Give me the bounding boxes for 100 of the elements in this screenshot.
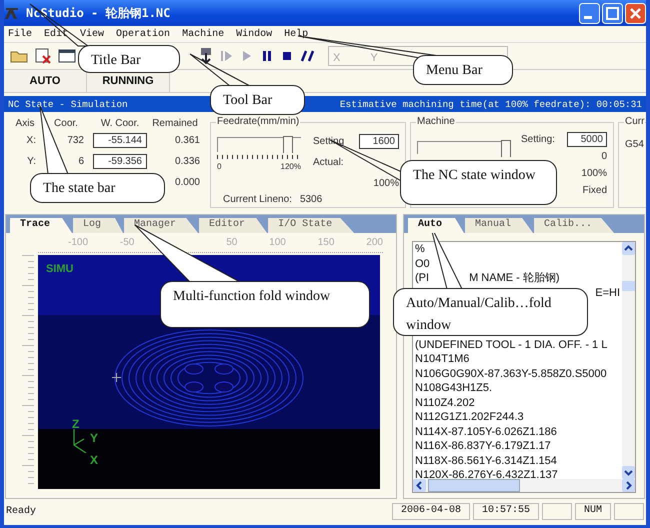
status-time: 10:57:55 xyxy=(472,502,539,520)
menu-item[interactable]: File xyxy=(8,28,32,40)
actual-label: Actual: xyxy=(313,157,344,168)
coordinate-field: Y xyxy=(370,52,378,65)
setting-label: Setting: xyxy=(521,134,555,145)
status-date: 2006-04-08 xyxy=(392,502,470,520)
scroll-up-icon[interactable] xyxy=(622,242,635,255)
window-icon[interactable] xyxy=(58,48,76,64)
crosshair-icon xyxy=(112,373,121,382)
feedrate-slider[interactable] xyxy=(217,137,301,152)
setting-field[interactable]: 1600 xyxy=(359,134,399,149)
tab[interactable]: Manual xyxy=(465,218,534,233)
ruler-label: 100 xyxy=(269,237,286,250)
download-icon[interactable] xyxy=(198,47,214,65)
spindle-slider[interactable] xyxy=(417,141,510,154)
callout: Menu Bar xyxy=(413,55,513,85)
work-coordinate: -55.144 xyxy=(93,133,147,148)
code-line: (UNDEFINED TOOL - 1 DIA. OFF. - 1 L xyxy=(415,338,608,350)
group-title: Curr xyxy=(624,116,646,127)
code-line: % xyxy=(415,243,425,255)
vertical-scrollbar[interactable] xyxy=(622,242,635,479)
axis-label: X: xyxy=(26,135,36,146)
scrollbar-thumb[interactable] xyxy=(428,479,520,492)
group-title: Feedrate(mm/min) xyxy=(216,116,300,127)
axis-label: Y xyxy=(90,431,98,445)
slider-thumb[interactable] xyxy=(501,140,512,157)
status-pane xyxy=(542,502,572,520)
code-line: N112G1Z1.202F244.3 xyxy=(415,411,524,423)
scrollbar-thumb[interactable] xyxy=(622,280,635,290)
state-title: NC State - Simulation xyxy=(8,98,128,110)
minimize-icon[interactable] xyxy=(579,2,600,24)
ruler-label: 150 xyxy=(318,237,334,250)
actual-value: 0 xyxy=(601,151,607,162)
code-line: N110Z4.202 xyxy=(415,396,475,408)
horizontal-scrollbar[interactable] xyxy=(413,479,635,492)
scale-label: 0 xyxy=(217,162,222,171)
pause-icon[interactable] xyxy=(260,49,274,63)
stop-icon[interactable] xyxy=(280,49,294,63)
mode-indicator: AUTO xyxy=(4,70,87,92)
scroll-left-icon[interactable] xyxy=(413,479,426,492)
menu-item[interactable]: View xyxy=(80,28,104,40)
code-line-fragment: M NAME - 轮胎钢) xyxy=(469,271,560,286)
coordinate-field: X xyxy=(333,52,340,65)
lineno-label: Current Lineno: xyxy=(223,194,292,205)
ruler-label: 200 xyxy=(366,237,383,250)
tab[interactable]: Manager xyxy=(124,218,198,233)
scroll-right-icon[interactable] xyxy=(622,479,635,492)
code-line-fragment: (PI xyxy=(415,271,430,286)
tab[interactable]: Editor xyxy=(199,218,268,233)
column-header: Remained xyxy=(151,118,199,128)
coordinate-system: G54 xyxy=(625,139,645,150)
group-title: Machine xyxy=(416,116,456,127)
callout: Tool Bar xyxy=(210,85,305,115)
column-header: W. Coor. xyxy=(100,118,140,128)
code-line-fragment: E=HI xyxy=(595,286,620,300)
axis-label: Y: xyxy=(27,156,36,167)
override-value: 100% xyxy=(373,178,399,189)
code-line: N118X-86.561Y-6.314Z1.154 xyxy=(415,454,557,466)
remained-value: 0.361 xyxy=(174,135,200,146)
code-line: N116X-86.837Y-6.179Z1.17 xyxy=(415,440,551,452)
close-icon[interactable] xyxy=(625,2,646,24)
remained-value: 0.000 xyxy=(174,177,200,188)
code-line: N108G43H1Z5. xyxy=(415,382,492,394)
scale-label: 120% xyxy=(280,162,301,171)
column-header: Axis xyxy=(14,118,36,128)
tab[interactable]: Auto xyxy=(408,218,464,233)
tab[interactable]: I/O State xyxy=(268,218,354,233)
tab[interactable]: Log xyxy=(73,218,124,233)
machine-coordinate: 732 xyxy=(67,135,84,146)
code-line: N114X-87.105Y-6.026Z1.186 xyxy=(415,426,557,438)
machine-coordinate: 6 xyxy=(78,156,84,167)
work-coordinate: -59.356 xyxy=(93,154,147,169)
menu-item[interactable]: Machine xyxy=(182,28,224,40)
ruler-label: -100 xyxy=(68,237,88,250)
status-pane xyxy=(614,502,644,520)
ruler-label: 50 xyxy=(226,237,238,250)
override-value: 100% xyxy=(581,168,607,179)
ruler-label: -50 xyxy=(120,237,134,250)
slider-thumb[interactable] xyxy=(282,136,293,153)
simulation-label: SIMU xyxy=(46,263,74,275)
callout: Title Bar xyxy=(78,45,180,73)
axis-label: Z xyxy=(72,417,80,431)
menu-item[interactable]: Operation xyxy=(116,28,170,40)
machining-time: Estimative machining time(at 100% feedrate): 00:05:31 xyxy=(340,98,642,110)
tab[interactable]: Calib... xyxy=(534,218,614,233)
code-line: O0 xyxy=(415,258,430,270)
axis-label: X xyxy=(90,453,98,467)
lineno-value: 5306 xyxy=(300,194,322,205)
document-x-icon[interactable] xyxy=(34,47,52,65)
app-icon xyxy=(4,5,20,21)
code-line: N120X-86.276Y-6.432Z1.137 xyxy=(415,469,558,479)
mode-value: Fixed xyxy=(582,185,607,196)
scroll-down-icon[interactable] xyxy=(622,466,635,479)
slash-icon[interactable] xyxy=(300,49,316,63)
menu-item[interactable]: Help xyxy=(284,28,308,40)
tab[interactable]: Trace xyxy=(10,218,72,233)
menu-item[interactable]: Window xyxy=(236,28,272,40)
num-lock-indicator: NUM xyxy=(574,502,611,520)
maximize-icon[interactable] xyxy=(602,2,623,24)
setting-field[interactable]: 5000 xyxy=(567,132,607,147)
